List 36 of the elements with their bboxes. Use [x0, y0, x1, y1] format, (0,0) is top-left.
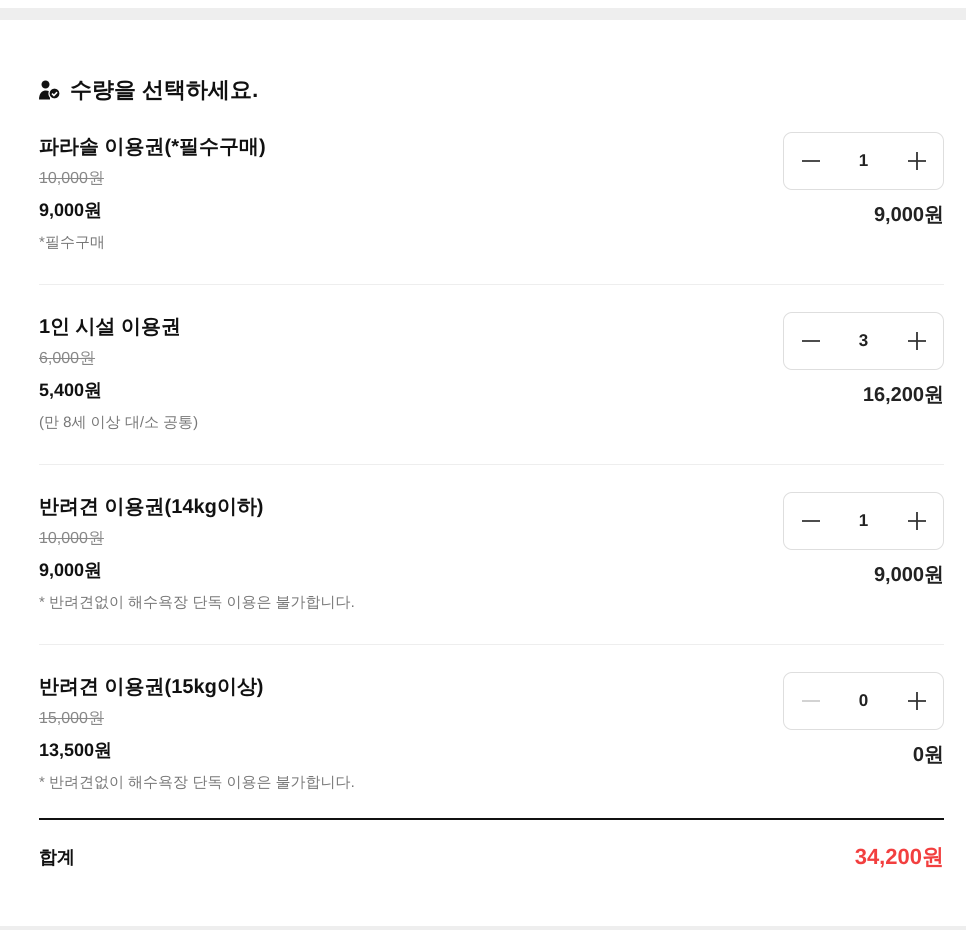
- ticket-name: 반려견 이용권(15kg이상): [39, 675, 264, 699]
- quantity-value: 1: [858, 510, 868, 532]
- original-price: 6,000원: [39, 349, 96, 369]
- quantity-value: 0: [858, 690, 868, 712]
- subtotal-price: 0원: [912, 743, 944, 768]
- minus-icon: [802, 700, 820, 702]
- total-label: 합계: [39, 846, 75, 869]
- ticket-note: * 반려견없이 해수욕장 단독 이용은 불가합니다.: [39, 773, 355, 793]
- total-amount: 34,200원: [854, 844, 944, 870]
- ticket-note: *필수구매: [39, 233, 105, 253]
- sale-price: 9,000원: [39, 199, 102, 222]
- ticket-note: * 반려견없이 해수욕장 단독 이용은 불가합니다.: [39, 593, 355, 613]
- original-price: 10,000원: [39, 529, 104, 549]
- sale-price: 13,500원: [39, 739, 112, 762]
- ticket-name: 반려견 이용권(14kg이하): [39, 495, 264, 519]
- subtotal-price: 9,000원: [874, 203, 944, 228]
- ticket-note: (만 8세 이상 대/소 공통): [39, 413, 198, 433]
- sale-price: 9,000원: [39, 559, 102, 582]
- plus-icon: [908, 692, 926, 710]
- original-price: 15,000원: [39, 709, 104, 729]
- quantity-value: 3: [858, 330, 868, 352]
- subtotal-price: 9,000원: [874, 563, 944, 588]
- original-price: 10,000원: [39, 169, 104, 189]
- minus-icon: [802, 340, 820, 342]
- section-heading: 수량을 선택하세요.: [70, 76, 258, 104]
- ticket-name: 파라솔 이용권(*필수구매): [39, 135, 266, 159]
- plus-icon: [908, 152, 926, 170]
- sale-price: 5,400원: [39, 379, 102, 402]
- minus-icon: [802, 520, 820, 522]
- ticket-name: 1인 시설 이용권: [39, 315, 182, 339]
- quantity-value: 1: [858, 150, 868, 172]
- plus-icon: [908, 512, 926, 530]
- subtotal-price: 16,200원: [862, 383, 944, 408]
- user-check-icon: [39, 80, 61, 100]
- plus-icon: [908, 332, 926, 350]
- minus-icon: [802, 160, 820, 162]
